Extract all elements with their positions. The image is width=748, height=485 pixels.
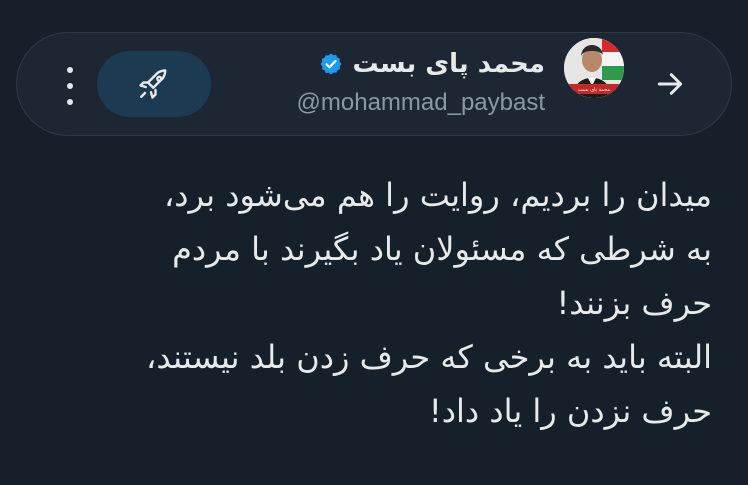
tweet-line: میدان را بردیم، روایت را هم می‌شود برد،: [163, 176, 712, 214]
tweet-line: حرف نزدن را یاد داد!: [428, 392, 712, 430]
more-dot: [67, 83, 73, 89]
author-avatar[interactable]: محمد پای بست: [562, 36, 626, 100]
more-dot: [67, 99, 73, 105]
arrow-right-icon: [657, 73, 683, 95]
avatar-image: محمد پای بست: [564, 38, 624, 98]
verified-badge-icon: [320, 53, 341, 75]
tweet-line: البته باید به برخی که حرف زدن بلد نیستند…: [146, 338, 712, 376]
author-name[interactable]: محمد پای بست: [353, 47, 546, 81]
boost-button[interactable]: [97, 51, 211, 117]
profile-header-bar: محمد پای بست @mohammad_paybast: [16, 32, 732, 136]
avatar-caption: محمد پای بست: [578, 87, 611, 93]
more-dot: [67, 67, 73, 73]
more-options-icon[interactable]: [59, 67, 81, 105]
back-button[interactable]: [650, 64, 690, 104]
tweet-line: حرف بزنند!: [556, 284, 712, 322]
profile-name-row[interactable]: محمد پای بست: [319, 47, 546, 81]
tweet-text: میدان را بردیم، روایت را هم می‌شود برد، …: [32, 168, 712, 438]
tweet-line: به شرطی که مسئولان یاد بگیرند با مردم: [172, 230, 712, 268]
rocket-icon: [139, 69, 167, 99]
author-handle[interactable]: @mohammad_paybast: [297, 87, 545, 119]
